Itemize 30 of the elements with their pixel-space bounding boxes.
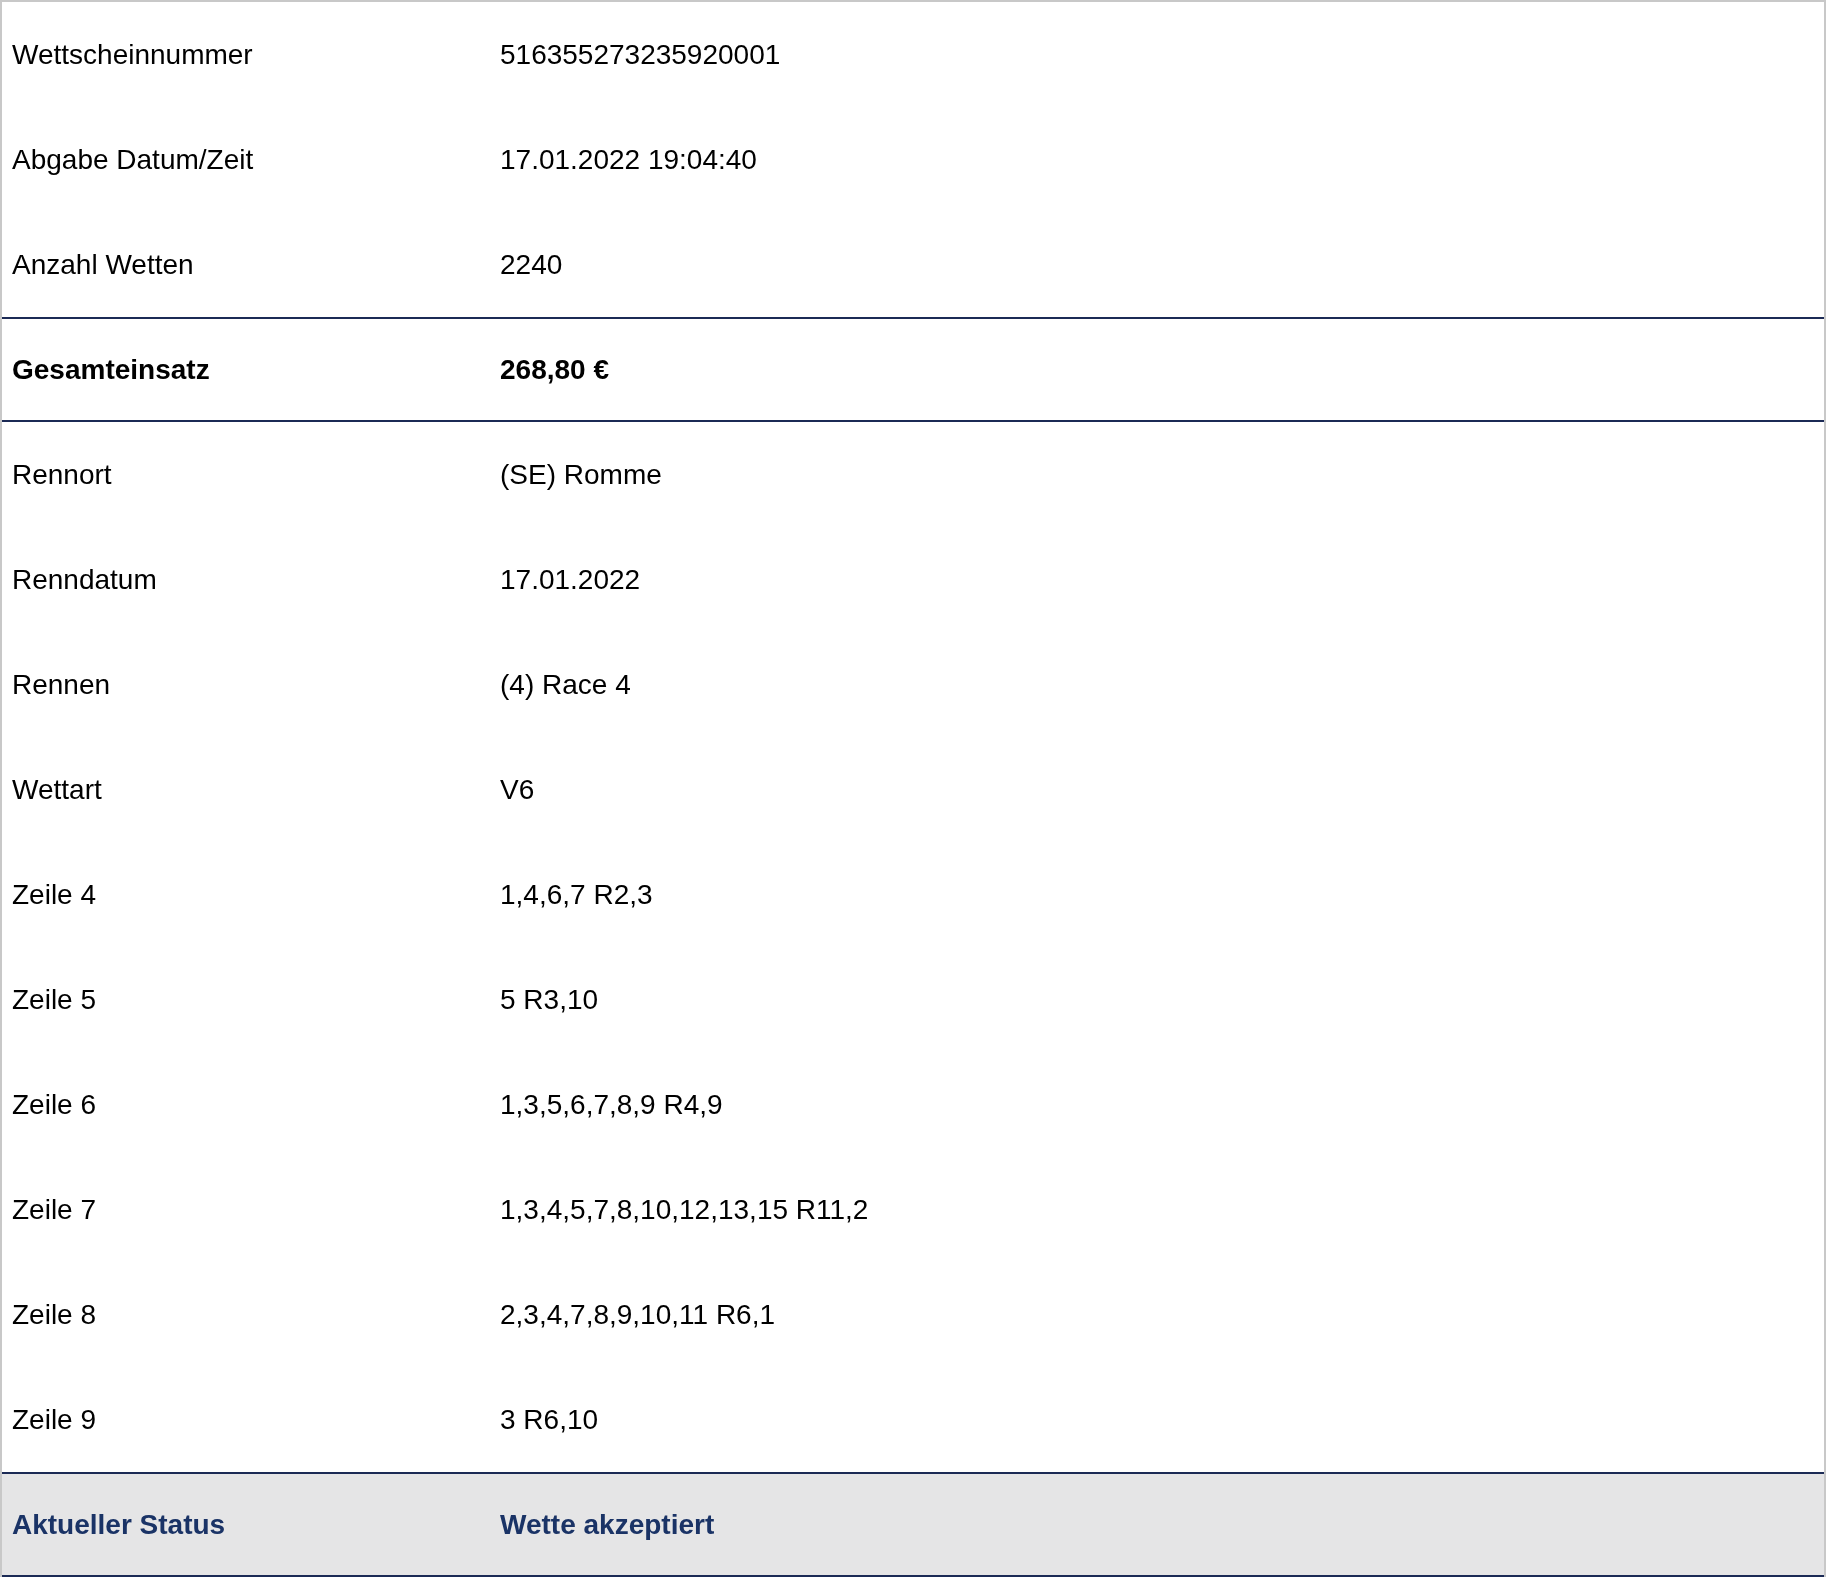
row-value: 3 R6,10 [500, 1402, 599, 1437]
row-label: Rennen [11, 667, 112, 702]
row-label: Rennort [11, 457, 113, 492]
row-label: Zeile 5 [11, 982, 98, 1017]
row-value: 516355273235920001 [500, 37, 781, 72]
row-label: Zeile 9 [11, 1402, 98, 1437]
row-value: 5 R3,10 [500, 982, 599, 1017]
row-label: Wettart [11, 772, 103, 807]
row-value: 2240 [500, 247, 563, 282]
row-value: 17.01.2022 19:04:40 [500, 142, 757, 177]
row-label: Wettscheinnummer [11, 37, 254, 72]
row-value: 17.01.2022 [500, 562, 641, 597]
row-value: 2,3,4,7,8,9,10,11 R6,1 [500, 1297, 776, 1332]
row-label: Zeile 8 [11, 1297, 98, 1332]
row-value: 268,80 € [500, 352, 609, 387]
row-value: 1,3,5,6,7,8,9 R4,9 [500, 1087, 723, 1122]
row-value: (SE) Romme [500, 457, 662, 492]
row-label: Aktueller Status [11, 1507, 227, 1542]
row-label: Zeile 7 [11, 1192, 98, 1227]
row-label: Abgabe Datum/Zeit [11, 142, 255, 177]
row-value: V6 [500, 772, 535, 807]
row-label: Anzahl Wetten [11, 247, 195, 282]
row-value: 1,4,6,7 R2,3 [500, 877, 653, 912]
row-label: Renndatum [11, 562, 158, 597]
row-value: (4) Race 4 [500, 667, 631, 702]
row-label: Zeile 6 [11, 1087, 98, 1122]
row-label: Gesamteinsatz [11, 352, 211, 387]
row-value: 1,3,4,5,7,8,10,12,13,15 R11,2 [500, 1192, 869, 1227]
row-label: Zeile 4 [11, 877, 98, 912]
row-value: Wette akzeptiert [500, 1507, 715, 1542]
